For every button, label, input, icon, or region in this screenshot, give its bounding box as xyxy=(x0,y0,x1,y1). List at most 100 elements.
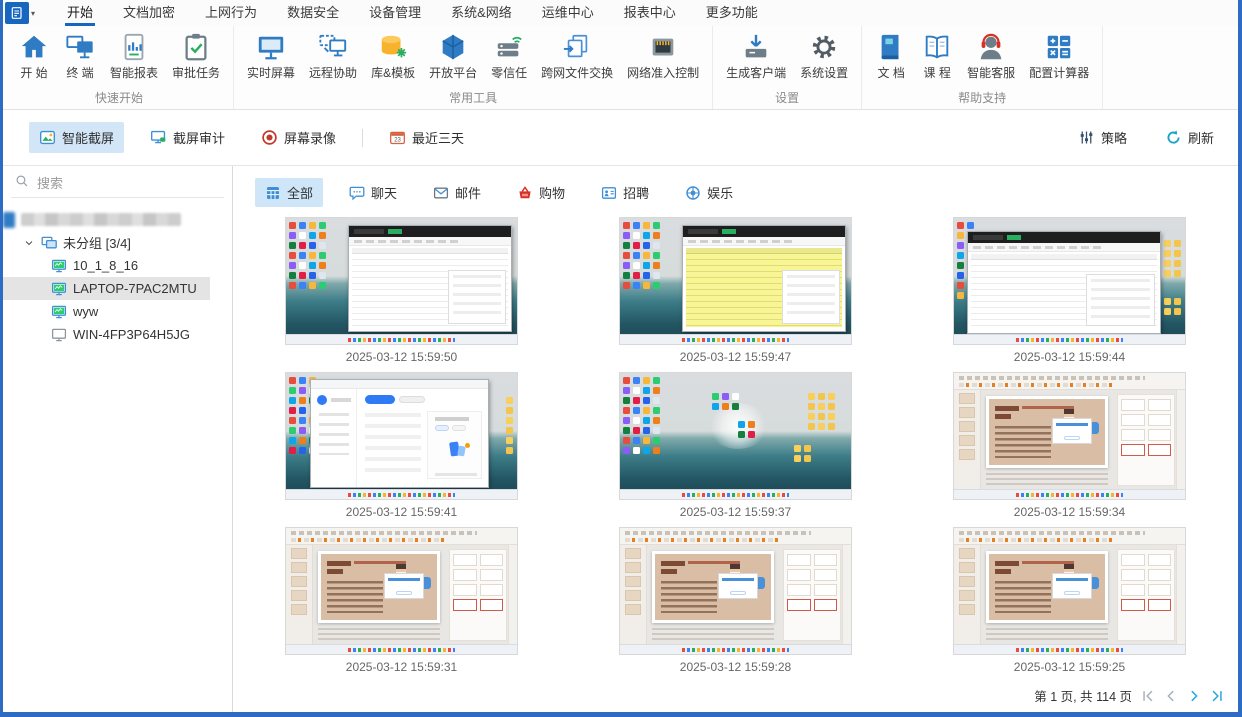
screenshot-thumbnail-1[interactable] xyxy=(619,217,852,345)
ribbon-item-1-4[interactable]: 零信任 xyxy=(484,26,534,81)
ribbon-group-label: 帮助支持 xyxy=(868,87,1096,109)
ribbon-item-1-5[interactable]: 跨网文件交换 xyxy=(534,26,620,81)
computer-online-icon xyxy=(51,281,67,297)
search-input[interactable] xyxy=(35,175,220,192)
ribbon-item-1-2[interactable]: 库&模板 xyxy=(364,26,422,81)
shopping-icon xyxy=(517,185,533,201)
settings-gear-icon xyxy=(809,32,839,62)
ribbon-item-0-0[interactable]: 开 始 xyxy=(11,26,57,81)
tree-root-redacted[interactable] xyxy=(3,208,232,231)
menu-tab-0[interactable]: 开始 xyxy=(65,0,95,26)
tree-computer-1[interactable]: LAPTOP-7PAC2MTU xyxy=(3,277,210,300)
menu-tab-2[interactable]: 上网行为 xyxy=(203,0,259,26)
toolbar-divider xyxy=(362,129,363,147)
computer-online-icon xyxy=(51,258,67,274)
screenshot-cell-7: 2025-03-12 15:59:28 xyxy=(619,527,852,674)
search-box[interactable] xyxy=(11,170,224,198)
ribbon-item-0-2[interactable]: 智能报表 xyxy=(103,26,165,81)
first-page-icon[interactable] xyxy=(1141,689,1155,703)
menu-tab-8[interactable]: 更多功能 xyxy=(704,0,760,26)
screenshot-thumbnail-7[interactable] xyxy=(619,527,852,655)
toolbar-button-2[interactable]: 屏幕录像 xyxy=(251,122,346,153)
screenshot-thumbnail-6[interactable] xyxy=(285,527,518,655)
ribbon-group-0: 开 始终 端智能报表审批任务快速开始 xyxy=(5,26,234,109)
svg-text:23: 23 xyxy=(394,138,401,144)
ribbon-group-2: 生成客户端系统设置设置 xyxy=(713,26,862,109)
ribbon-group-label: 常用工具 xyxy=(240,87,706,109)
ribbon-item-0-1[interactable]: 终 端 xyxy=(57,26,103,81)
ribbon-item-1-3[interactable]: 开放平台 xyxy=(422,26,484,81)
ribbon-item-2-0[interactable]: 生成客户端 xyxy=(719,26,793,81)
pagination-label: 第 1 页, 共 114 页 xyxy=(1034,686,1132,705)
tree-computer-0[interactable]: 10_1_8_16 xyxy=(3,254,210,277)
calendar-icon: 23 xyxy=(389,129,406,146)
tree-computer-3[interactable]: WIN-4FP3P64H5JG xyxy=(3,323,210,346)
home-icon xyxy=(19,32,49,62)
toolbar-button-0[interactable]: 智能截屏 xyxy=(29,122,124,153)
filter-button-3[interactable]: 购物 xyxy=(507,178,575,207)
network-access-icon xyxy=(648,32,678,62)
menu-tab-3[interactable]: 数据安全 xyxy=(285,0,341,26)
screenshot-timestamp: 2025-03-12 15:59:28 xyxy=(619,660,852,674)
tree-computer-2[interactable]: wyw xyxy=(3,300,210,323)
prev-page-icon[interactable] xyxy=(1164,689,1178,703)
app-menu-button[interactable]: ▾ xyxy=(3,0,39,26)
ribbon-item-1-0[interactable]: 实时屏幕 xyxy=(240,26,302,81)
screenshot-timestamp: 2025-03-12 15:59:47 xyxy=(619,350,852,364)
recruit-icon xyxy=(601,185,617,201)
menu-tab-7[interactable]: 报表中心 xyxy=(622,0,678,26)
menu-tab-4[interactable]: 设备管理 xyxy=(367,0,423,26)
screenshot-timestamp: 2025-03-12 15:59:25 xyxy=(953,660,1186,674)
menu-tab-5[interactable]: 系统&网络 xyxy=(449,0,514,26)
filter-button-4[interactable]: 招聘 xyxy=(591,178,659,207)
tree-group-ungrouped[interactable]: 未分组 [3/4] xyxy=(3,231,232,254)
capture-toolbar: 智能截屏截屏审计屏幕录像 23最近三天 策略刷新 xyxy=(3,110,1238,166)
ribbon: 开 始终 端智能报表审批任务快速开始实时屏幕远程协助库&模板开放平台零信任跨网文… xyxy=(3,26,1238,110)
content-area: 全部聊天邮件购物招聘娱乐 2025-03-12 15:59:502025-03-… xyxy=(233,166,1238,712)
ribbon-item-3-2[interactable]: 智能客服 xyxy=(960,26,1022,81)
ribbon-item-3-1[interactable]: 课 程 xyxy=(914,26,960,81)
pagination: 第 1 页, 共 114 页 xyxy=(233,682,1238,712)
ribbon-item-3-0[interactable]: 文 档 xyxy=(868,26,914,81)
policy-icon xyxy=(1078,129,1095,146)
screenshot-timestamp: 2025-03-12 15:59:34 xyxy=(953,505,1186,519)
filter-button-1[interactable]: 聊天 xyxy=(339,178,407,207)
toolbar-right-button-1[interactable]: 刷新 xyxy=(1155,122,1224,153)
filter-button-0[interactable]: 全部 xyxy=(255,178,323,207)
screenshot-grid: 2025-03-12 15:59:50 2025-03-12 15:59:47 20… xyxy=(233,211,1238,674)
ribbon-item-1-1[interactable]: 远程协助 xyxy=(302,26,364,81)
screenshot-thumbnail-2[interactable] xyxy=(953,217,1186,345)
calculator-icon xyxy=(1044,32,1074,62)
screenshot-thumbnail-0[interactable] xyxy=(285,217,518,345)
filter-button-2[interactable]: 邮件 xyxy=(423,178,491,207)
screenshot-thumbnail-5[interactable] xyxy=(953,372,1186,500)
ribbon-item-1-6[interactable]: 网络准入控制 xyxy=(620,26,706,81)
open-platform-icon xyxy=(438,32,468,62)
library-template-icon xyxy=(378,32,408,62)
toolbar-button-3[interactable]: 23最近三天 xyxy=(379,122,474,153)
chevron-down-icon xyxy=(23,237,35,249)
screenshot-cell-0: 2025-03-12 15:59:50 xyxy=(285,217,518,364)
capture-audit-icon xyxy=(150,129,167,146)
screenshot-thumbnail-3[interactable] xyxy=(285,372,518,500)
toolbar-right-button-0[interactable]: 策略 xyxy=(1068,122,1137,153)
toolbar-right: 策略刷新 xyxy=(1068,122,1224,153)
body-row: 未分组 [3/4]10_1_8_16LAPTOP-7PAC2MTUwywWIN-… xyxy=(3,166,1238,712)
screenshot-cell-3: 2025-03-12 15:59:41 xyxy=(285,372,518,519)
thumbnail-image xyxy=(620,373,851,499)
thumbnail-image xyxy=(286,528,517,654)
menu-tab-1[interactable]: 文档加密 xyxy=(121,0,177,26)
ribbon-item-3-3[interactable]: 配置计算器 xyxy=(1022,26,1096,81)
toolbar-button-1[interactable]: 截屏审计 xyxy=(140,122,235,153)
remote-assist-icon xyxy=(318,32,348,62)
ribbon-item-0-3[interactable]: 审批任务 xyxy=(165,26,227,81)
refresh-icon xyxy=(1165,129,1182,146)
next-page-icon[interactable] xyxy=(1187,689,1201,703)
menu-tab-6[interactable]: 运维中心 xyxy=(540,0,596,26)
last-page-icon[interactable] xyxy=(1210,689,1224,703)
filter-button-5[interactable]: 娱乐 xyxy=(675,178,743,207)
support-agent-icon xyxy=(976,32,1006,62)
ribbon-item-2-1[interactable]: 系统设置 xyxy=(793,26,855,81)
screenshot-thumbnail-4[interactable] xyxy=(619,372,852,500)
screenshot-thumbnail-8[interactable] xyxy=(953,527,1186,655)
